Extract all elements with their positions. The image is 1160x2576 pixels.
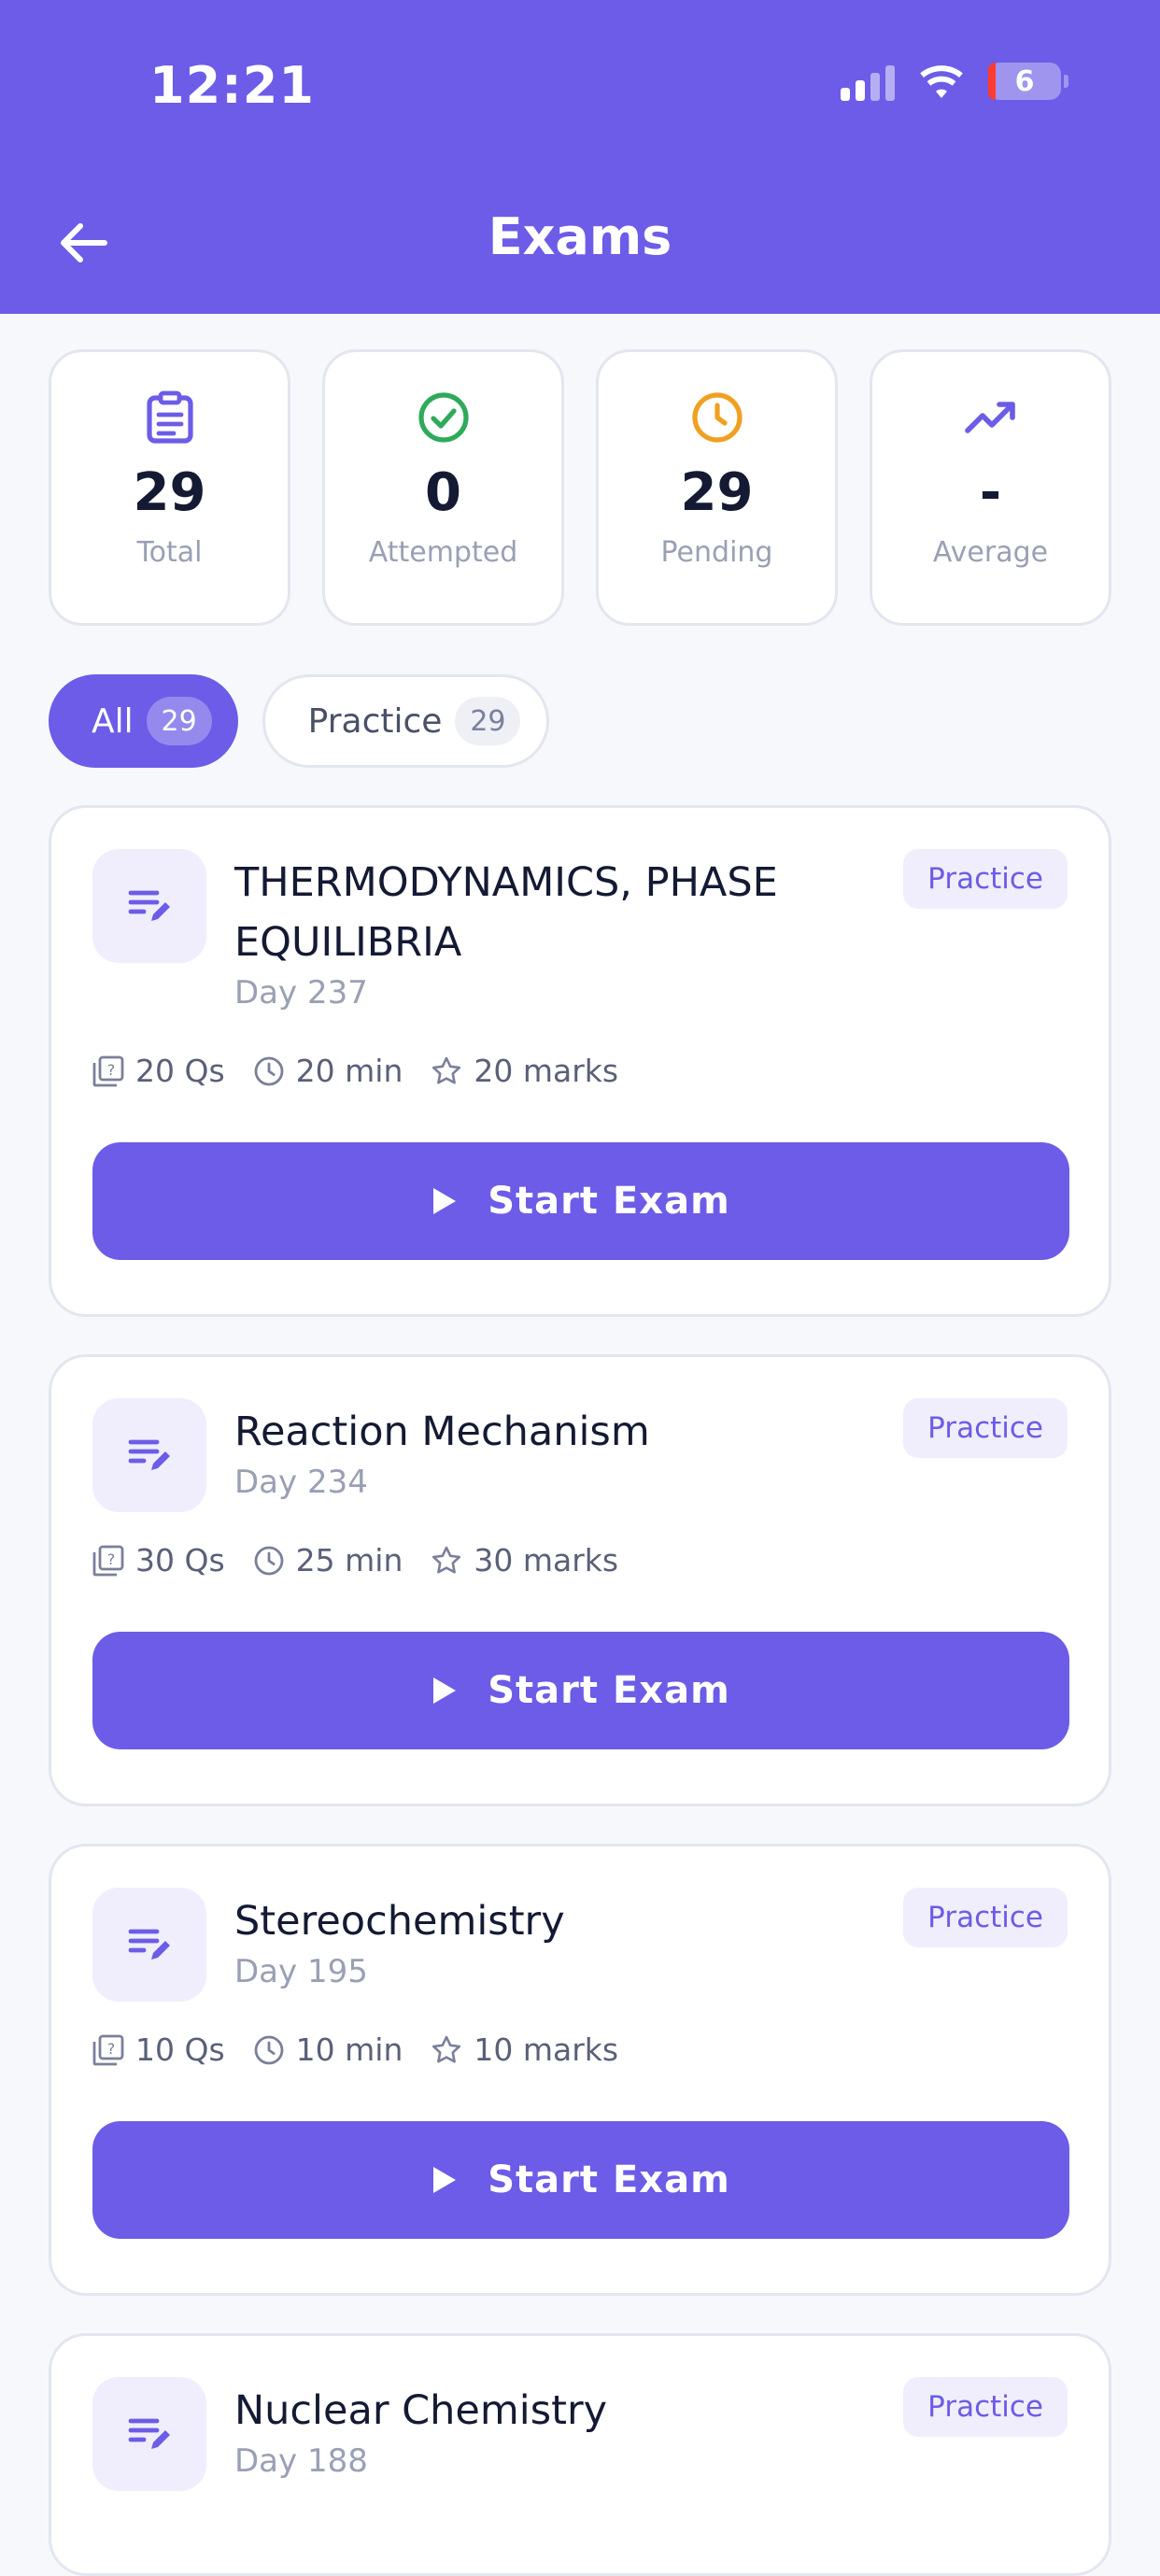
exam-type-badge: Practice — [903, 849, 1068, 909]
play-icon — [433, 1677, 457, 1704]
svg-text:?: ? — [107, 1061, 116, 1079]
filter-chip-practice[interactable]: Practice 29 — [262, 674, 550, 768]
exam-type-badge: Practice — [903, 1398, 1068, 1458]
exam-title: Nuclear Chemistry — [234, 2387, 608, 2434]
stat-label: Total — [136, 536, 203, 569]
exam-day: Day 237 — [234, 974, 368, 1012]
stat-value: 29 — [133, 462, 206, 523]
exam-duration: 10 min — [295, 2031, 403, 2068]
exam-title: Reaction Mechanism — [234, 1408, 650, 1455]
filter-chip-all[interactable]: All 29 — [49, 674, 238, 768]
svg-text:?: ? — [107, 1550, 116, 1568]
exam-icon-box — [92, 1398, 206, 1512]
exam-day: Day 195 — [234, 1953, 368, 1990]
clock-icon — [254, 1056, 284, 1085]
question-count: 20 Qs — [135, 1053, 225, 1089]
question-count: 10 Qs — [135, 2031, 225, 2068]
exam-duration: 25 min — [295, 1542, 403, 1578]
exam-type-badge: Practice — [903, 1888, 1068, 1947]
stat-value: 0 — [425, 462, 461, 523]
app-header: 12:21 6 Exams — [0, 0, 1160, 314]
stat-card-total: 29 Total — [49, 349, 290, 626]
exam-card: Nuclear Chemistry Day 188 Practice — [49, 2333, 1111, 2576]
trending-up-icon — [964, 402, 1015, 433]
exam-day: Day 188 — [234, 2442, 368, 2480]
exam-duration: 20 min — [295, 1053, 403, 1089]
notes-edit-icon — [128, 2418, 170, 2449]
battery-icon: 6 — [988, 63, 1068, 100]
exam-icon-box — [92, 1888, 206, 2002]
notes-edit-icon — [128, 1439, 170, 1470]
exam-marks: 10 marks — [474, 2031, 619, 2068]
exam-icon-box — [92, 849, 206, 963]
chip-label: Practice — [307, 701, 443, 741]
play-icon — [433, 1188, 457, 1214]
question-count: 30 Qs — [135, 1542, 225, 1578]
exam-meta: ? 20 Qs 20 min 20 marks — [92, 1053, 646, 1089]
clock-icon — [254, 1546, 284, 1575]
wifi-icon — [920, 65, 963, 98]
filter-chips: All 29 Practice 29 — [49, 674, 550, 768]
stat-value: 29 — [680, 462, 754, 523]
exam-card: THERMODYNAMICS, PHASE EQUILIBRIA Day 237… — [49, 805, 1111, 1317]
clock-icon — [691, 392, 743, 443]
exam-day: Day 234 — [234, 1464, 368, 1501]
status-indicators: 6 — [841, 62, 1068, 101]
start-exam-button[interactable]: Start Exam — [92, 1632, 1069, 1749]
exam-icon-box — [92, 2377, 206, 2491]
exam-card: Stereochemistry Day 195 Practice ? 10 Qs… — [49, 1844, 1111, 2296]
notes-edit-icon — [128, 1929, 170, 1960]
start-exam-label: Start Exam — [488, 2158, 730, 2201]
chip-label: All — [92, 701, 134, 741]
clock-icon — [254, 2035, 284, 2064]
notes-edit-icon — [128, 890, 170, 921]
star-icon — [432, 2035, 461, 2062]
stat-label: Average — [932, 536, 1049, 569]
svg-text:?: ? — [107, 2040, 116, 2058]
page-title: Exams — [488, 207, 672, 266]
battery-level: 6 — [1014, 64, 1035, 98]
chip-count: 29 — [146, 697, 212, 745]
stat-value: - — [979, 462, 1002, 523]
stat-card-attempted: 0 Attempted — [322, 349, 564, 626]
stat-label: Pending — [660, 536, 773, 569]
stat-card-average: - Average — [870, 349, 1111, 626]
exam-type-badge: Practice — [903, 2377, 1068, 2437]
exam-card: Reaction Mechanism Day 234 Practice ? 30… — [49, 1354, 1111, 1806]
star-icon — [432, 1056, 461, 1083]
cellular-signal-icon — [841, 62, 895, 101]
exam-meta: ? 10 Qs 10 min 10 marks — [92, 2031, 646, 2068]
stat-card-pending: 29 Pending — [596, 349, 838, 626]
star-icon — [432, 1546, 461, 1573]
play-icon — [433, 2167, 457, 2193]
stats-row: 29 Total 0 Attempted 29 Pending - Averag… — [49, 349, 1111, 626]
exam-title: Stereochemistry — [234, 1898, 565, 1945]
start-exam-button[interactable]: Start Exam — [92, 1142, 1069, 1260]
start-exam-button[interactable]: Start Exam — [92, 2121, 1069, 2239]
question-bank-icon: ? — [92, 1055, 124, 1086]
exam-title: THERMODYNAMICS, PHASE EQUILIBRIA — [234, 859, 778, 966]
stat-label: Attempted — [368, 536, 518, 569]
question-bank-icon: ? — [92, 1545, 124, 1576]
clipboard-icon — [146, 390, 193, 444]
exam-meta: ? 30 Qs 25 min 30 marks — [92, 1542, 646, 1578]
exam-marks: 30 marks — [474, 1542, 619, 1578]
start-exam-label: Start Exam — [488, 1669, 730, 1712]
question-bank-icon: ? — [92, 2034, 124, 2065]
exam-marks: 20 marks — [474, 1053, 619, 1089]
start-exam-label: Start Exam — [488, 1180, 730, 1223]
check-circle-icon — [417, 392, 469, 443]
status-time: 12:21 — [149, 56, 315, 115]
chip-count: 29 — [455, 697, 521, 745]
